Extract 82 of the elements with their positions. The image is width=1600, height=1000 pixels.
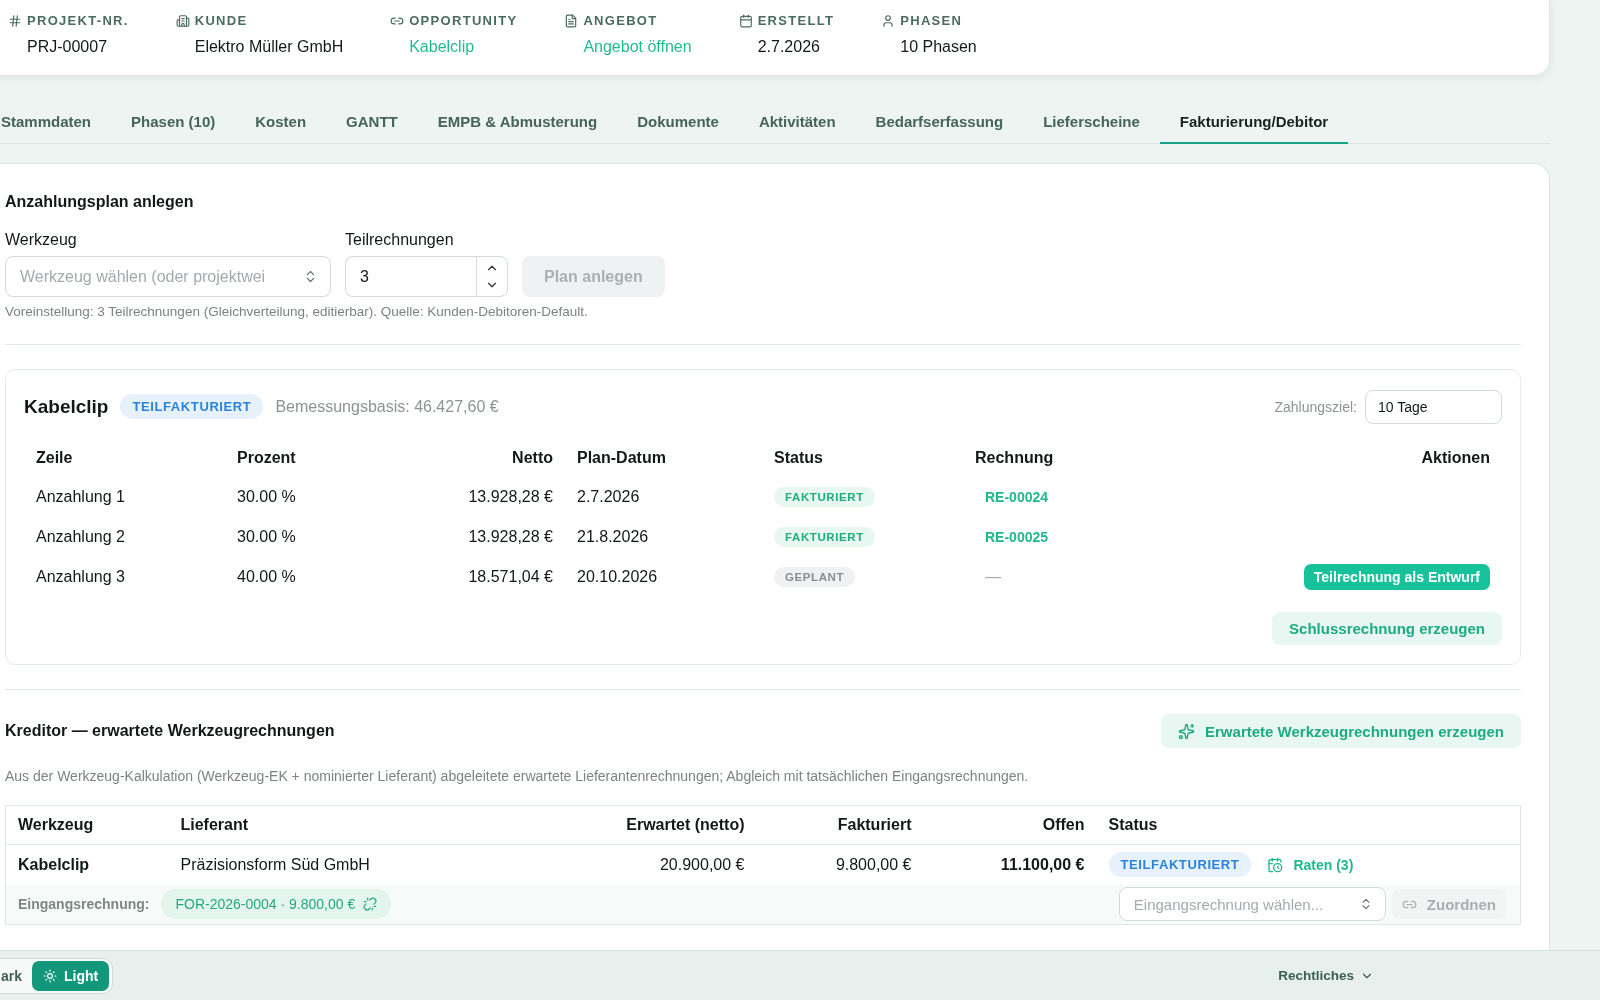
field-label: ERSTELLT [757,13,835,29]
status-badge: TEILFAKTURIERT [120,394,264,419]
payment-term-label: Zahlungsziel: [1274,398,1357,415]
table-cell-text: 13.928,28 € [467,527,554,547]
table-cell-text: Anzahlung 1 [35,487,126,507]
table-cell-text: 21.8.2026 [576,527,650,547]
status-badge: TEILFAKTURIERT [1108,852,1252,878]
column-header: Rechnung [974,448,1055,468]
column-header: Erwartet (netto) [499,805,757,845]
hint-text: Voreinstellung: 3 Teilrechnungen (Gleichverteilung, editierbar). Quelle: Kunden-Debitoren-Default. [5,304,589,320]
table-cell-text: 20.10.2026 [576,567,659,587]
field-label: KUNDE [194,13,248,29]
table-cell-text: 40.00 % [236,567,297,587]
field-label: OPPORTUNITY [409,13,518,29]
table-cell-text: Anzahlung 2 [35,527,126,547]
table-cell: Präzisionsform Süd GmbH [168,844,500,885]
column-header: Status [1096,805,1521,845]
field-label: PHASEN [900,13,963,29]
status-badge: FAKTURIERT [774,527,875,547]
person-icon [881,14,896,28]
column-header: Plan-Datum [576,448,667,468]
theme-option[interactable]: ark [1,960,23,991]
theme-option[interactable]: Light [32,960,110,991]
sun-icon [43,968,58,983]
status-badge: GEPLANT [774,567,856,587]
tab[interactable]: Fakturierung/Debitor [1159,100,1349,144]
hash-icon [8,14,22,28]
field-value: 10 Phasen [899,37,977,57]
table-cell-text: 30.00 % [236,487,297,507]
link-icon [390,14,405,28]
table-cell-text: 2.7.2026 [576,487,641,507]
field-value: Elektro Müller GmbH [193,37,344,57]
column-header: Status [773,448,824,468]
tab[interactable]: Phasen (10) [111,100,236,144]
column-header: Werkzeug [5,805,169,845]
number-field[interactable]: 3 [345,256,476,297]
column-header: Netto [511,448,554,468]
column-header: Lieferant [168,805,500,845]
stepper-control[interactable] [476,256,508,297]
status-badge: FAKTURIERT [774,487,875,507]
section-title: Anzahlungsplan anlegen [5,192,195,212]
table-cell: 11.100,00 € [923,844,1097,885]
payment-term-field[interactable]: 10 Tage [1365,389,1502,424]
section-title: Kreditor — erwartete Werkzeugrechnungen [5,721,335,741]
field-value: PRJ-00007 [26,37,109,57]
table-cell: 20.900,00 € [499,844,757,885]
column-header: Prozent [236,448,297,468]
description-text: Aus der Werkzeug-Kalkulation (Werkzeug-EK + nominierter Lieferant) abgeleitete erwartete Lieferantenrechnungen; Abgleich mit tatsächlichen Eingangsrechnungen. [5,768,1030,784]
tab[interactable]: Dokumente [617,100,739,144]
card-title: Kabelclip [24,395,109,418]
table-cell-text: 13.928,28 € [467,487,554,507]
tab[interactable]: EMPB & Abmusterung [417,100,618,144]
field-label: Teilrechnungen [345,230,455,250]
column-header: Fakturiert [756,805,924,845]
legal-menu[interactable]: Rechtliches [1272,967,1380,984]
table-cell-text: Anzahlung 3 [35,567,126,587]
tab[interactable]: Lieferscheine [1023,100,1160,144]
document-icon [564,14,579,28]
basis-text: Bemessungsbasis: 46.427,60 € [275,397,499,416]
field-label: Werkzeug [5,230,78,250]
table-cell-text: 18.571,04 € [467,567,554,587]
table-cell-text: 30.00 % [236,527,297,547]
unlink-icon[interactable] [363,897,378,912]
column-header: Aktionen [1420,448,1491,468]
field-value: 2.7.2026 [756,37,821,57]
table-cell: 9.800,00 € [756,844,924,885]
tab[interactable]: Kosten [235,100,327,144]
calendar-icon [738,14,753,28]
empty-value: — [985,568,1001,585]
tab[interactable]: Stammdaten [0,100,112,144]
incoming-label: Eingangsrechnung: [18,896,150,913]
calendar-clock-icon [1267,856,1284,873]
field-label: ANGEBOT [583,13,658,29]
tab[interactable]: GANTT [326,100,418,144]
table-cell: Kabelclip [5,844,169,885]
column-header: Zeile [35,448,74,468]
building-icon [175,14,190,28]
column-header: Offen [923,805,1097,845]
sparkles-icon [1178,722,1196,740]
tab[interactable]: Bedarfserfassung [855,100,1024,144]
tab[interactable]: Aktivitäten [738,100,856,144]
field-label: PROJEKT-NR. [27,13,129,29]
